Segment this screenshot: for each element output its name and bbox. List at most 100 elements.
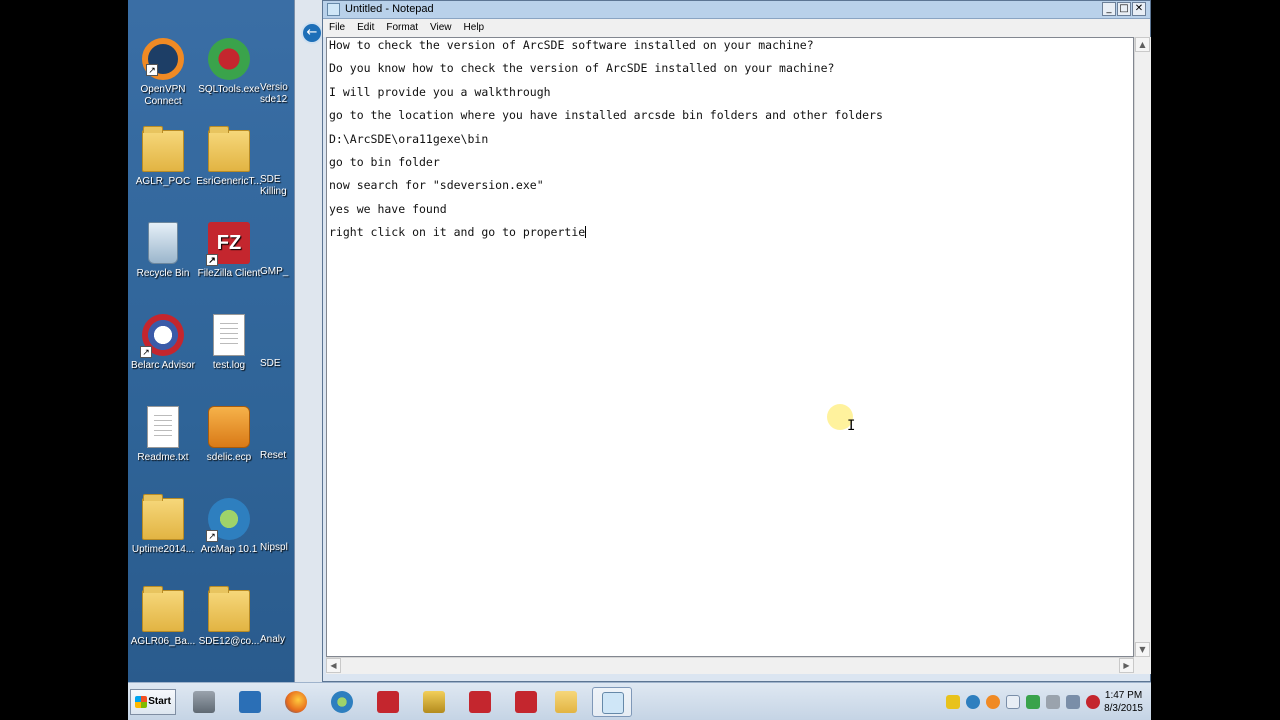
flag-icon[interactable] [1006, 695, 1020, 709]
notepad-icon [602, 692, 624, 714]
desktop-icon-label: ArcMap 10.1 [200, 544, 258, 555]
toolbox-icon [469, 691, 491, 713]
taskbar-powershell[interactable] [230, 687, 270, 717]
text-line-current: right click on it and go to propertie [329, 225, 883, 248]
taskbar-server-manager[interactable] [184, 687, 224, 717]
close-button[interactable]: ✕ [1132, 2, 1146, 16]
back-arrow-icon[interactable]: ← [301, 22, 323, 44]
title-bar[interactable]: Untitled - Notepad _ □ ✕ [323, 1, 1150, 19]
powershell-icon [239, 691, 261, 713]
folder-icon [208, 586, 250, 632]
clock-date: 8/3/2015 [1104, 703, 1143, 714]
taskbar-explorer[interactable] [546, 687, 586, 717]
text-line: go to bin folder [329, 154, 440, 169]
server-manager-icon [193, 691, 215, 713]
resize-grip-icon[interactable] [1134, 657, 1151, 674]
scroll-right-icon[interactable]: ▶ [1119, 658, 1134, 673]
desktop-icon-belarc[interactable]: ↗ Belarc Advisor [128, 314, 198, 372]
scroll-up-icon[interactable]: ▲ [1135, 37, 1150, 52]
scroll-left-icon[interactable]: ◀ [326, 658, 341, 673]
maximize-button[interactable]: □ [1117, 2, 1131, 16]
desktop-icon-sdelic[interactable]: sdelic.ecp [194, 406, 264, 464]
menu-view[interactable]: View [424, 19, 458, 37]
desktop-icon-label: Recycle Bin [136, 268, 190, 279]
network-icon[interactable] [1026, 695, 1040, 709]
clock[interactable]: 1:47 PM 8/3/2015 [1104, 689, 1143, 715]
menu-file[interactable]: File [323, 19, 351, 37]
network-status-icon[interactable] [1066, 695, 1080, 709]
openvpn-icon: ↗ [142, 38, 184, 80]
menu-format[interactable]: Format [380, 19, 424, 37]
desktop-icon-aglr-poc[interactable]: AGLR_POC [128, 126, 198, 188]
menu-help[interactable]: Help [458, 19, 491, 37]
ibeam-cursor-icon: I [847, 418, 856, 434]
desktop-icon-label: EsriGenericT... [196, 176, 262, 187]
desktop-icon-arcmap[interactable]: ↗ ArcMap 10.1 [194, 498, 264, 556]
text-line: How to check the version of ArcSDE softw… [329, 38, 814, 52]
text-line: go to the location where you have instal… [329, 108, 883, 123]
arcmap-icon: ↗ [206, 498, 250, 542]
text-line: D:\ArcSDE\ora11gexe\bin [329, 131, 489, 146]
desktop-icon-sde12[interactable]: SDE12@co... [194, 586, 264, 648]
folder-icon [142, 126, 184, 172]
shield-icon[interactable] [946, 695, 960, 709]
log-file-icon [213, 314, 245, 356]
toolbox-icon [377, 691, 399, 713]
taskbar-catalog[interactable] [414, 687, 454, 717]
taskbar-toolbox-1[interactable] [368, 687, 408, 717]
start-button[interactable]: Start [130, 689, 176, 715]
desktop-icon-recycle-bin[interactable]: Recycle Bin [128, 222, 198, 280]
folder-icon [208, 126, 250, 172]
desktop-icon-label: sdelic.ecp [206, 452, 252, 463]
vertical-scrollbar[interactable]: ▲ ▼ [1134, 37, 1151, 657]
desktop-icon-label: AGLR06_Ba... [130, 636, 196, 647]
desktop-icon-esrigeneric[interactable]: EsriGenericT... [194, 126, 264, 188]
key-icon [208, 406, 250, 448]
display-icon[interactable] [1046, 695, 1060, 709]
menu-edit[interactable]: Edit [351, 19, 380, 37]
taskbar-toolbox-2[interactable] [460, 687, 500, 717]
openvpn-tray-icon[interactable] [986, 695, 1000, 709]
folder-icon [555, 691, 577, 713]
start-label: Start [148, 696, 171, 707]
toolbox-icon [515, 691, 537, 713]
text-line: now search for "sdeversion.exe" [329, 178, 544, 193]
taskbar: Start 1:47 PM 8/3/2015 [128, 682, 1151, 720]
taskbar-firefox[interactable] [276, 687, 316, 717]
text-line: right click on it and go to propertie [329, 225, 586, 240]
windows-logo-icon [135, 696, 147, 708]
vpn-icon[interactable] [966, 695, 980, 709]
system-tray: 1:47 PM 8/3/2015 [940, 685, 1151, 719]
text-line: Do you know how to check the version of … [329, 61, 835, 76]
folder-icon [142, 494, 184, 540]
desktop-icon-openvpn[interactable]: ↗ OpenVPN Connect [128, 38, 198, 108]
horizontal-scrollbar[interactable]: ◀ ▶ [326, 657, 1134, 674]
notepad-icon [327, 3, 340, 16]
text-editor-area[interactable]: How to check the version of ArcSDE softw… [326, 37, 1134, 657]
desktop-icon-label: Uptime2014... [131, 544, 195, 555]
arcmap-icon [331, 691, 353, 713]
notepad-window[interactable]: Untitled - Notepad _ □ ✕ File Edit Forma… [322, 0, 1151, 682]
desktop-icon-label: Readme.txt [137, 452, 189, 463]
scroll-down-icon[interactable]: ▼ [1135, 642, 1150, 657]
sqltools-icon [208, 38, 250, 80]
desktop-icon-label: SDE12@co... [198, 636, 260, 647]
text-line: I will provide you a walkthrough [329, 84, 551, 99]
desktop-icon-sqltools[interactable]: SQLTools.exe [194, 38, 264, 96]
clock-time: 1:47 PM [1104, 690, 1143, 701]
taskbar-toolbox-3[interactable] [506, 687, 546, 717]
desktop-icon-uptime[interactable]: Uptime2014... [128, 494, 198, 556]
desktop-icon-test-log[interactable]: test.log [194, 314, 264, 372]
desktop-icon-aglr06[interactable]: AGLR06_Ba... [128, 586, 198, 648]
desktop-icon-label: Belarc Advisor [131, 360, 195, 371]
desktop-icon-readme[interactable]: Readme.txt [128, 406, 198, 464]
volume-icon[interactable] [1086, 695, 1100, 709]
taskbar-arcmap[interactable] [322, 687, 362, 717]
desktop-icon-label: OpenVPN Connect [140, 84, 186, 107]
editor-text: How to check the version of ArcSDE softw… [329, 38, 883, 249]
recycle-bin-icon [148, 222, 178, 264]
taskbar-notepad[interactable] [592, 687, 632, 717]
minimize-button[interactable]: _ [1102, 2, 1116, 16]
desktop-icon-filezilla[interactable]: FZ ↗ FileZilla Client [194, 222, 264, 280]
desktop-icon-label: SQLTools.exe [198, 84, 260, 95]
